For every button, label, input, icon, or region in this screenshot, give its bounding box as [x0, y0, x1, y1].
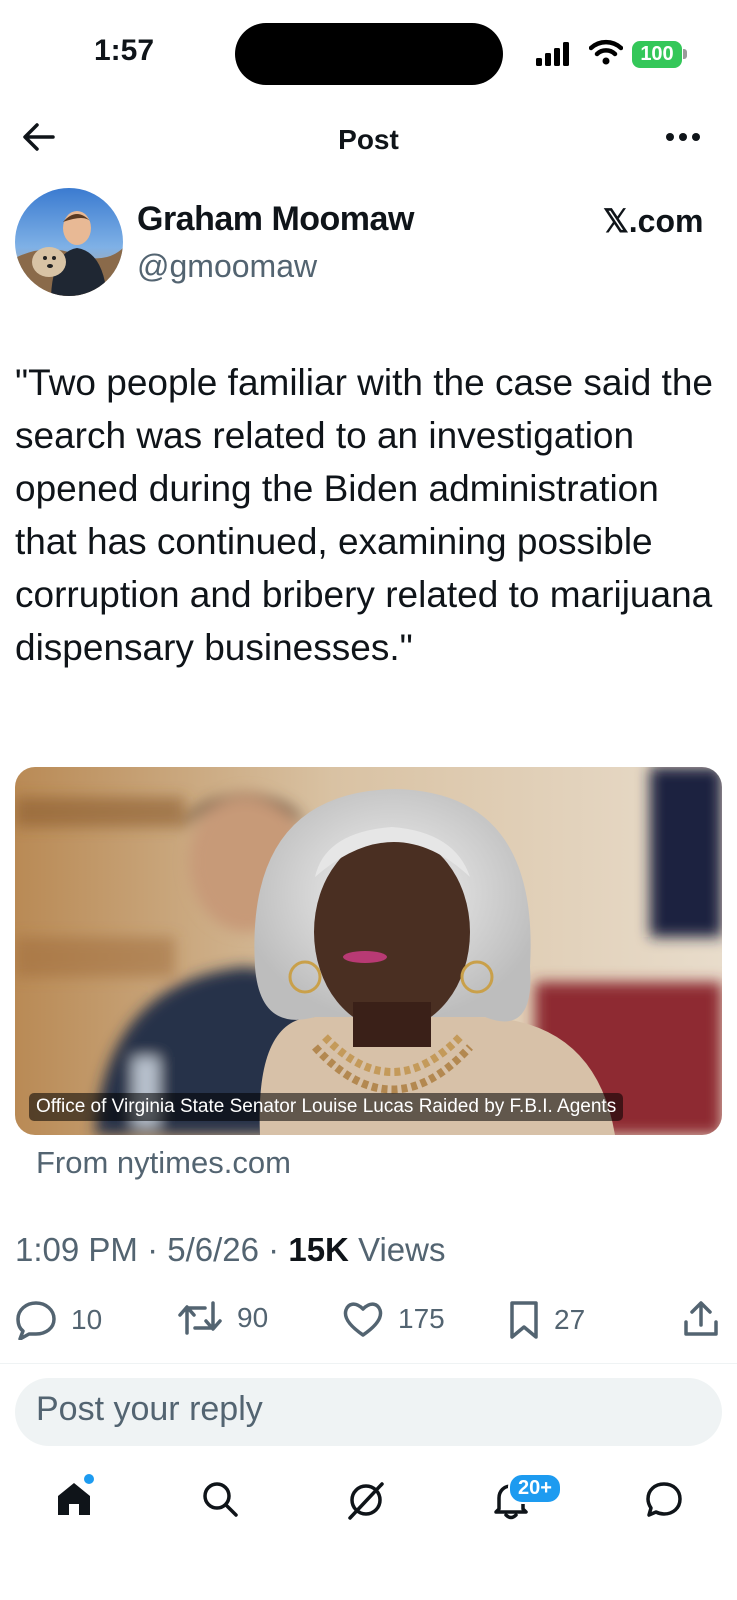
post-meta: 1:09 PM · 5/6/26 · 15K Views — [15, 1231, 446, 1269]
source-label: 𝕏.com — [603, 203, 704, 239]
like-button[interactable]: 175 — [342, 1300, 445, 1338]
search-icon[interactable] — [201, 1480, 239, 1518]
more-icon[interactable] — [665, 132, 701, 142]
avatar-photo — [15, 188, 123, 296]
meta-separator: · — [147, 1231, 159, 1268]
link-card[interactable] — [15, 767, 722, 1135]
repost-icon — [178, 1301, 222, 1335]
share-icon[interactable] — [682, 1300, 720, 1338]
reply-placeholder: Post your reply — [36, 1390, 263, 1428]
views-count: 15K — [288, 1231, 349, 1268]
bookmark-count: 27 — [554, 1304, 586, 1335]
author-name[interactable]: Graham Moomaw — [137, 200, 414, 239]
status-time: 1:57 — [94, 34, 155, 67]
post-time: 1:09 PM — [15, 1231, 138, 1268]
card-source[interactable]: From nytimes.com — [36, 1145, 291, 1181]
divider — [0, 1363, 737, 1364]
repost-count: 90 — [237, 1302, 269, 1333]
author-handle[interactable]: @gmoomaw — [137, 248, 317, 285]
reply-count: 10 — [71, 1304, 103, 1335]
post-date: 5/6/26 — [167, 1231, 259, 1268]
like-icon — [343, 1302, 383, 1337]
reply-button[interactable]: 10 — [15, 1300, 102, 1340]
post-text: "Two people familiar with the case said … — [15, 362, 713, 668]
cellular-signal-icon — [536, 42, 569, 66]
card-caption: Office of Virginia State Senator Louise … — [29, 1093, 624, 1121]
like-count: 175 — [398, 1303, 445, 1334]
battery-indicator: 100 — [632, 41, 682, 68]
dynamic-island — [235, 23, 503, 85]
meta-separator: · — [268, 1231, 280, 1268]
wifi-icon — [589, 39, 623, 65]
views-label: Views — [358, 1231, 446, 1268]
bookmark-button[interactable]: 27 — [508, 1300, 585, 1340]
grok-icon[interactable] — [346, 1480, 386, 1520]
battery-tip — [683, 49, 687, 59]
reply-icon — [16, 1301, 56, 1340]
page-title: Post — [338, 124, 399, 155]
notifications-badge: 20+ — [508, 1473, 562, 1504]
messages-icon[interactable] — [644, 1480, 684, 1520]
avatar[interactable] — [15, 188, 123, 296]
home-icon[interactable] — [55, 1480, 93, 1518]
bookmark-icon — [510, 1301, 538, 1339]
card-image — [15, 767, 722, 1135]
repost-button[interactable]: 90 — [177, 1300, 268, 1336]
